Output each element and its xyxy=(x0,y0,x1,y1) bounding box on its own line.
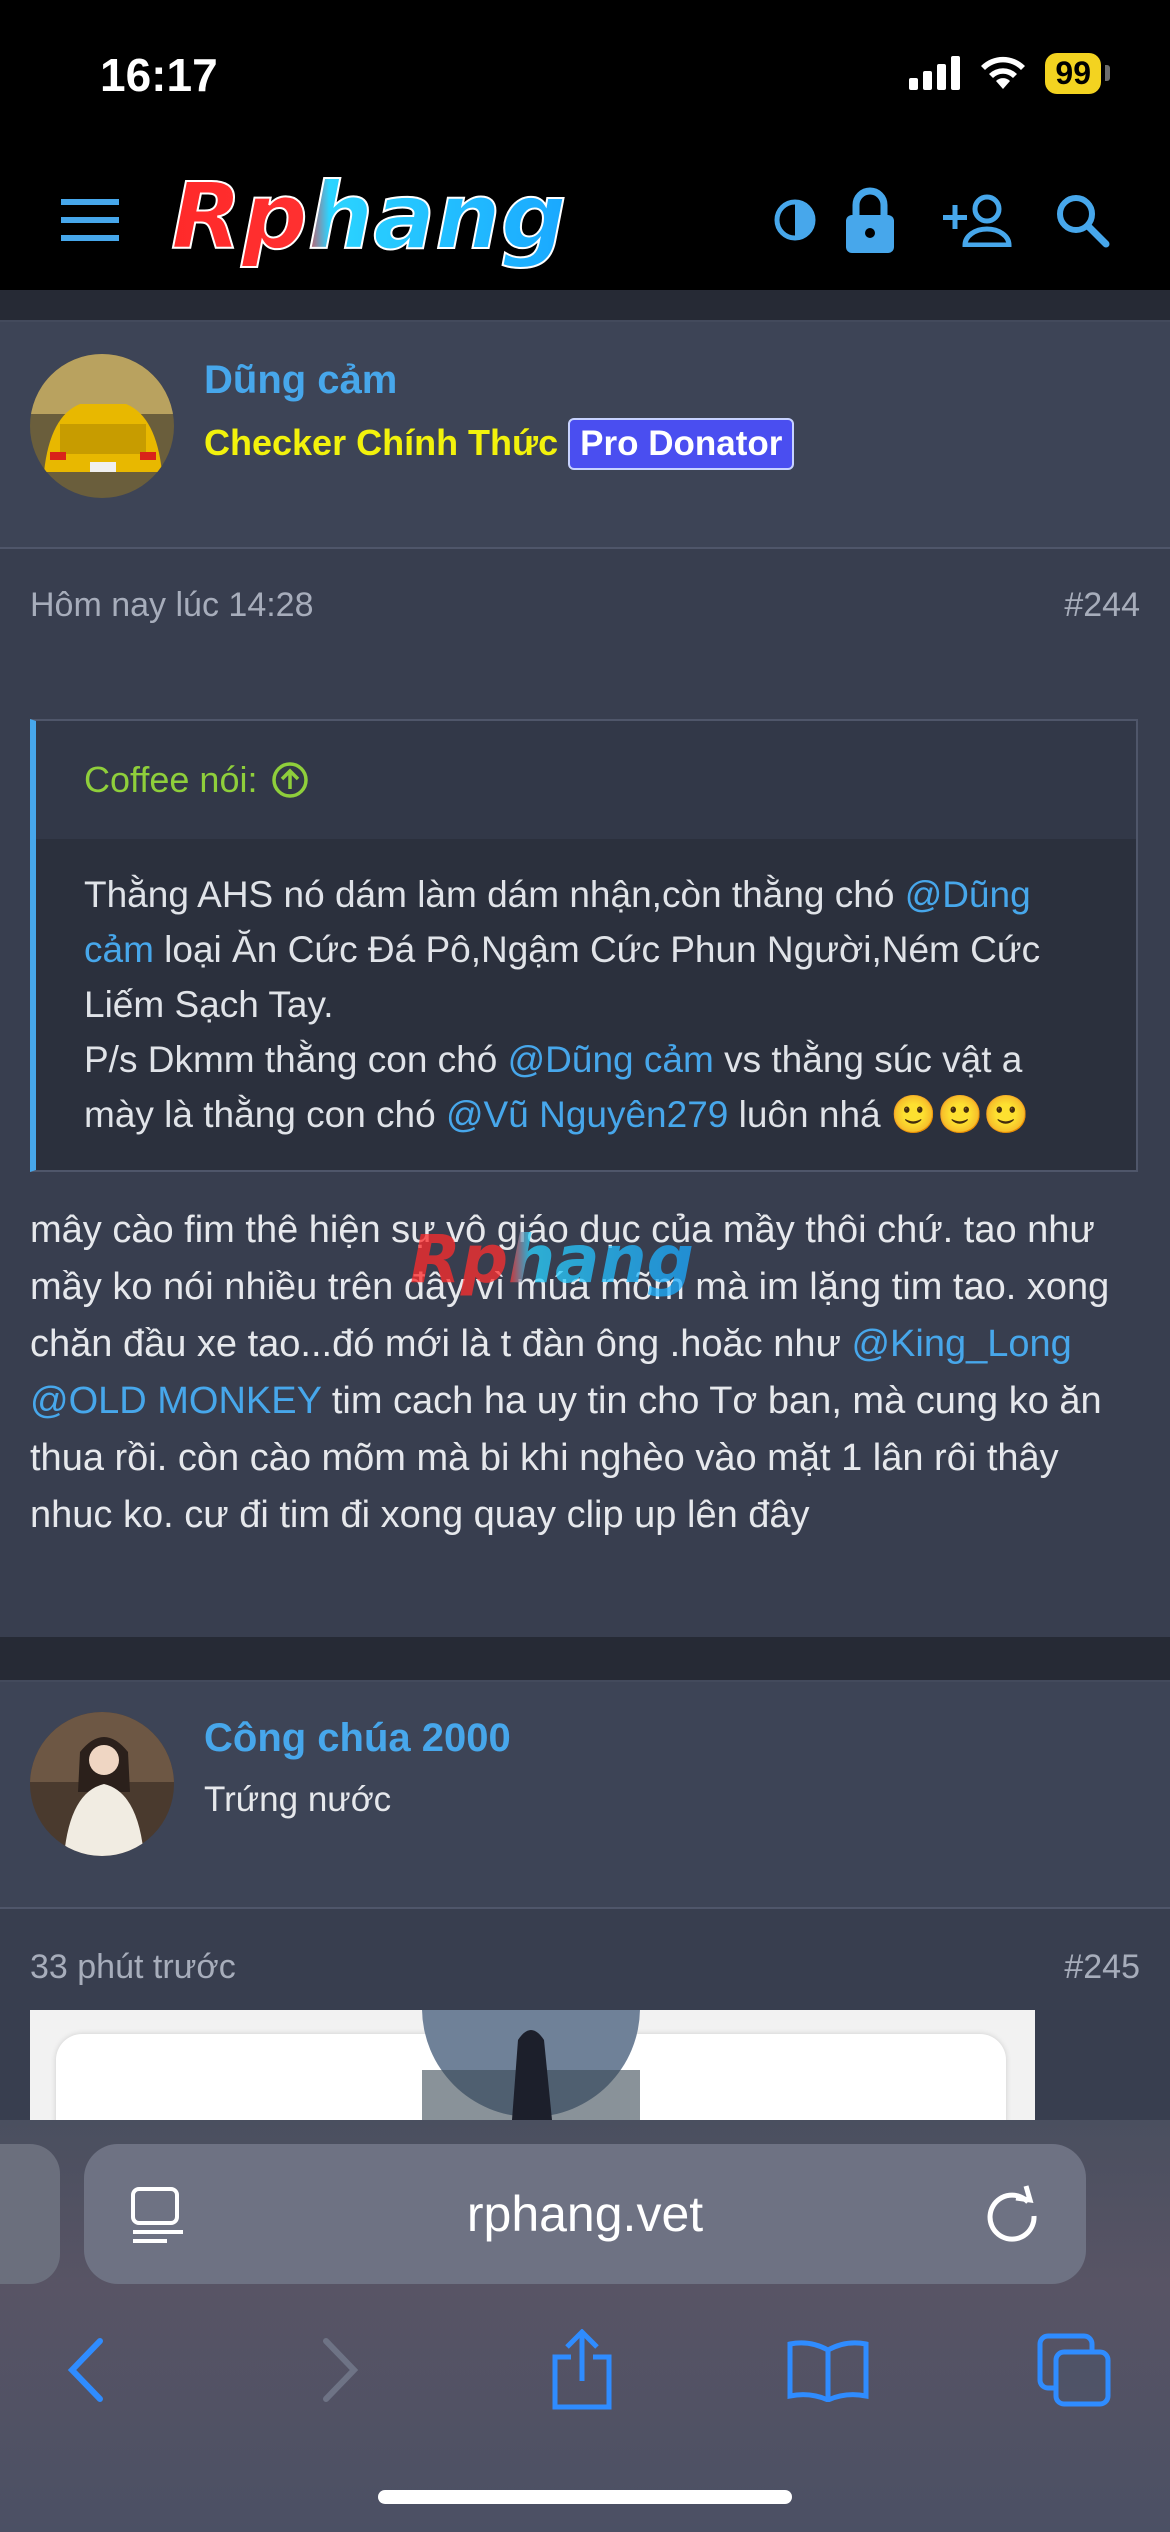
post-number[interactable]: #245 xyxy=(1064,1948,1140,1987)
post-author-header: Công chúa 2000 Trứng nước xyxy=(0,1682,1170,1909)
post-timestamp[interactable]: 33 phút trước xyxy=(30,1948,236,1987)
address-bar[interactable]: rphang.vet xyxy=(84,2144,1086,2284)
bookmarks-icon[interactable] xyxy=(778,2320,878,2420)
user-title: Trứng nước xyxy=(204,1780,392,1819)
url-text[interactable]: rphang.vet xyxy=(84,2144,1086,2284)
menu-icon[interactable] xyxy=(50,180,130,260)
logo-text: Rphang xyxy=(171,163,567,270)
search-icon[interactable] xyxy=(1042,180,1122,260)
browser-toolbar: rphang.vet xyxy=(0,2120,1170,2532)
battery-tip xyxy=(1105,65,1110,81)
arrow-up-circle-icon[interactable] xyxy=(271,761,309,799)
quote-text: Thằng AHS nó dám làm dám nhận,còn thằng … xyxy=(84,874,905,915)
status-icons: 99 xyxy=(909,48,1110,98)
post-244: Dũng cảm Checker Chính Thức Pro Donator H… xyxy=(0,320,1170,1637)
lock-icon[interactable] xyxy=(830,180,910,260)
quote-text: luôn nhá xyxy=(728,1094,891,1135)
signal-icon xyxy=(909,56,961,90)
home-indicator[interactable] xyxy=(378,2490,792,2504)
status-bar: 16:17 99 xyxy=(0,0,1170,150)
post-number[interactable]: #244 xyxy=(1064,586,1140,625)
mention-link[interactable]: @Dũng cảm xyxy=(508,1039,714,1080)
watermark-logo: Rphang xyxy=(410,1221,694,1298)
preview-photo xyxy=(422,2010,640,2120)
site-logo[interactable]: Rphang xyxy=(165,162,725,272)
site-header: Rphang xyxy=(0,150,1170,290)
quote-body: Thằng AHS nó dám làm dám nhận,còn thằng … xyxy=(36,839,1136,1142)
quote-text: P/s Dkmm thằng con chó xyxy=(84,1039,508,1080)
quote-header[interactable]: Coffee nói: xyxy=(36,721,1136,839)
tabs-icon[interactable] xyxy=(1024,2320,1124,2420)
smile-emoji: 🙂🙂🙂 xyxy=(890,1094,1030,1135)
post-author-header: Dũng cảm Checker Chính Thức Pro Donator xyxy=(0,322,1170,549)
user-badge: Pro Donator xyxy=(568,418,795,470)
contrast-icon[interactable] xyxy=(755,180,835,260)
battery-indicator: 99 xyxy=(1045,52,1101,94)
username[interactable]: Dũng cảm xyxy=(204,358,397,403)
forward-icon[interactable] xyxy=(290,2320,390,2420)
mention-link[interactable]: @King_Long xyxy=(851,1323,1071,1365)
status-time: 16:17 xyxy=(100,49,218,101)
reload-icon[interactable] xyxy=(982,2184,1042,2244)
quote-block: Coffee nói: Thằng AHS nó dám làm dám nhậ… xyxy=(30,719,1138,1172)
post-timestamp[interactable]: Hôm nay lúc 14:28 xyxy=(30,586,314,625)
avatar[interactable] xyxy=(30,1712,174,1856)
username[interactable]: Công chúa 2000 xyxy=(204,1716,511,1761)
user-title-text: Checker Chính Thức xyxy=(204,422,559,463)
add-user-icon[interactable] xyxy=(938,180,1018,260)
mention-link[interactable]: @Vũ Nguyên279 xyxy=(446,1094,728,1135)
image-preview[interactable] xyxy=(30,2010,1035,2120)
back-icon[interactable] xyxy=(36,2320,136,2420)
avatar[interactable] xyxy=(30,354,174,498)
previous-tab[interactable] xyxy=(0,2144,60,2284)
watermark-text: Rphang xyxy=(410,1221,694,1298)
wifi-icon xyxy=(981,56,1026,89)
quote-author: Coffee nói: xyxy=(84,759,258,800)
user-title: Checker Chính Thức Pro Donator xyxy=(204,418,795,470)
mention-link[interactable]: @OLD MONKEY xyxy=(30,1380,321,1422)
quote-text: loại Ăn Cức Đá Pô,Ngậm Cức Phun Người,Né… xyxy=(84,929,1041,1025)
share-icon[interactable] xyxy=(532,2320,632,2420)
